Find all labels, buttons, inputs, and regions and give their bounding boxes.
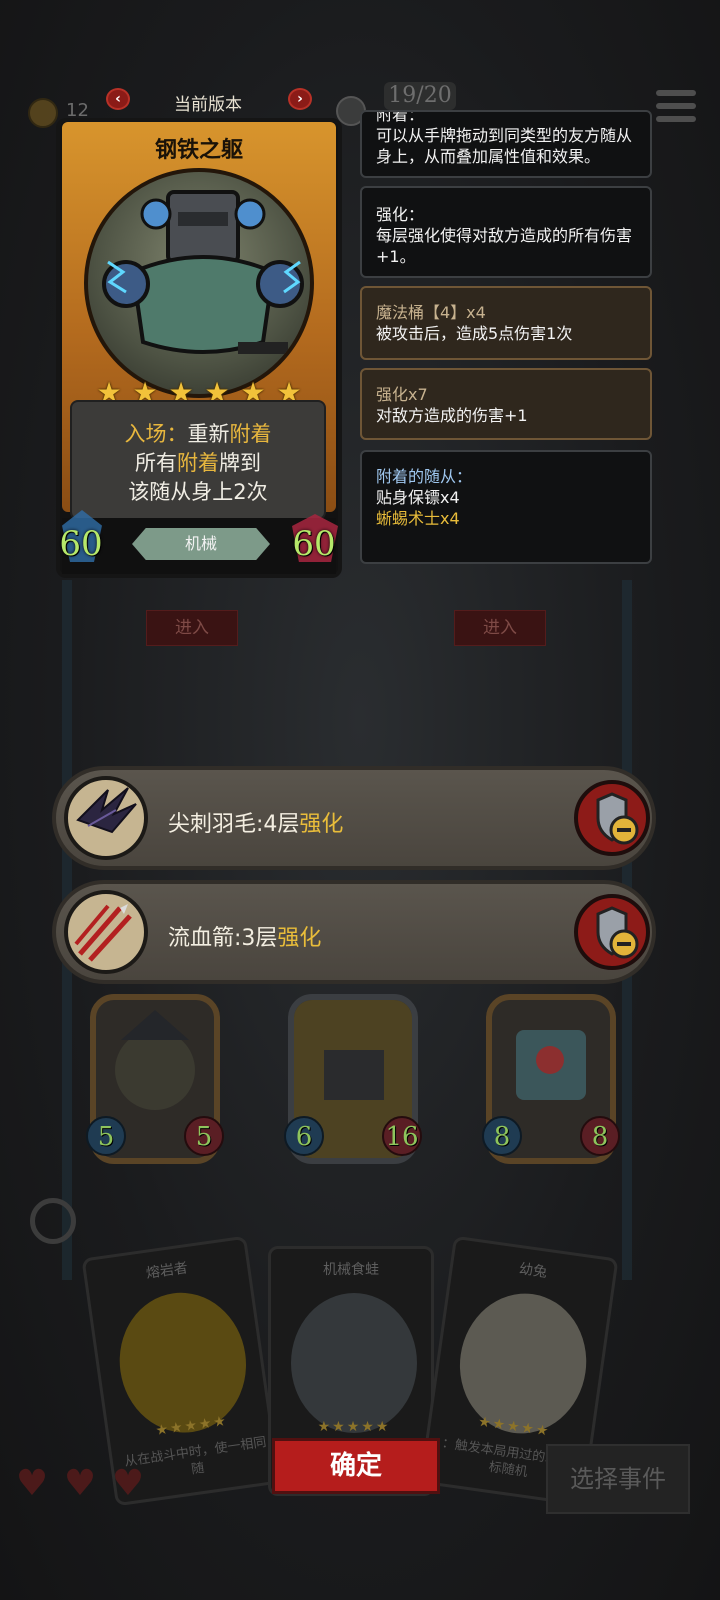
minion-attack: 5: [86, 1116, 126, 1156]
version-label: 当前版本: [174, 95, 242, 115]
buff-label: 流血箭:3层强化: [168, 920, 321, 952]
minion-attack: 8: [482, 1116, 522, 1156]
minion-attack: 6: [284, 1116, 324, 1156]
card-name: 钢铁之躯: [154, 138, 243, 163]
panel-title: 附着：: [376, 110, 425, 124]
chevron-left-icon[interactable]: ‹: [106, 88, 130, 110]
robot-portrait: [84, 168, 314, 398]
ability-text-part: 重新: [187, 422, 230, 446]
panel-title: 附着的随从：: [376, 467, 473, 486]
health-value: 60: [292, 524, 336, 564]
round-progress: 19/20: [384, 82, 456, 110]
heart-icon: ♥: [15, 1463, 49, 1504]
hand-card-art: [291, 1293, 417, 1433]
minion-health: 16: [382, 1116, 422, 1156]
buff-label: 尖刺羽毛:4层强化: [168, 806, 343, 838]
buff-keyword: 强化: [299, 812, 344, 837]
heart-icon: ♥: [63, 1463, 97, 1504]
chevron-right-icon[interactable]: ›: [288, 88, 312, 110]
attack-value: 60: [59, 524, 103, 564]
panel-magic-bucket: 魔法桶【4】x4 被攻击后，造成5点伤害1次: [360, 286, 652, 360]
ability-text-part: 所有: [135, 451, 177, 475]
bleeding-arrows-icon: [64, 890, 148, 974]
select-event-button[interactable]: 选择事件: [546, 1444, 690, 1514]
hand-card-title: 幼兔: [518, 1261, 549, 1281]
panel-attached-minions: 附着的随从： 贴身保镖x4 蜥蜴术士x4: [360, 450, 652, 564]
minion-health: 8: [580, 1116, 620, 1156]
attached-item: 贴身保镖x4: [376, 488, 460, 507]
ability-text-part: 牌到: [219, 451, 261, 475]
buff-name: 流血箭:3层: [168, 926, 278, 951]
panel-attach-keyword: 附着： 可以从手牌拖动到同类型的友方随从身上，从而叠加属性值和效果。: [360, 110, 652, 178]
panel-empower-stack: 强化x7 对敌方造成的伤害+1: [360, 368, 652, 440]
buff-row-bleeding-arrow: 流血箭:3层强化: [52, 880, 656, 984]
keyword-attach: 附着: [229, 422, 272, 446]
heart-icon: ♥: [111, 1463, 145, 1504]
shield-minus-icon[interactable]: [574, 894, 650, 970]
star-rating: ★★★★★: [317, 1419, 391, 1435]
tribe-label: 机械: [132, 528, 270, 560]
minion-health: 5: [184, 1116, 224, 1156]
panel-body: 被攻击后，造成5点伤害1次: [376, 324, 573, 343]
menu-icon[interactable]: [656, 90, 696, 124]
keyword-enter: 入场：: [124, 422, 188, 446]
panel-title: 强化x7: [376, 385, 428, 404]
panel-body: 可以从手牌拖动到同类型的友方随从身上，从而叠加属性值和效果。: [376, 126, 633, 166]
buff-keyword: 强化: [277, 926, 322, 951]
panel-body: 对敌方造成的伤害+1: [376, 406, 528, 425]
panel-body: 每层强化使得对敌方造成的所有伤害+1。: [376, 226, 633, 266]
enter-button-left[interactable]: 进入: [146, 610, 238, 646]
confirm-button[interactable]: 确定: [272, 1438, 440, 1494]
attached-item: 蜥蜴术士x4: [376, 509, 460, 528]
spiked-feather-icon: [64, 776, 148, 860]
buff-name: 尖刺羽毛:4层: [168, 812, 300, 837]
minion-card-detail: 钢铁之躯 ★ ★ ★ ★ ★ ★ 入场：重新附着 所有附着牌到 该随从身上2次 …: [56, 118, 342, 580]
ability-text-line: 该随从身上2次: [128, 480, 268, 504]
coin-icon: [28, 98, 58, 128]
card-ability-text: 入场：重新附着 所有附着牌到 该随从身上2次: [70, 420, 326, 507]
hand-card-title: 机械食蛙: [323, 1262, 379, 1278]
keyword-attach: 附着: [177, 451, 219, 475]
enter-button-right[interactable]: 进入: [454, 610, 546, 646]
panel-title: 魔法桶【4】x4: [376, 303, 486, 322]
hand-card-title: 熔岩者: [145, 1260, 189, 1282]
search-icon[interactable]: [30, 1198, 76, 1244]
panel-title: 强化：: [376, 205, 425, 224]
panel-empower-keyword: 强化： 每层强化使得对敌方造成的所有伤害+1。: [360, 186, 652, 278]
buff-row-spiked-feather: 尖刺羽毛:4层强化: [52, 766, 656, 870]
shield-minus-icon[interactable]: [574, 780, 650, 856]
